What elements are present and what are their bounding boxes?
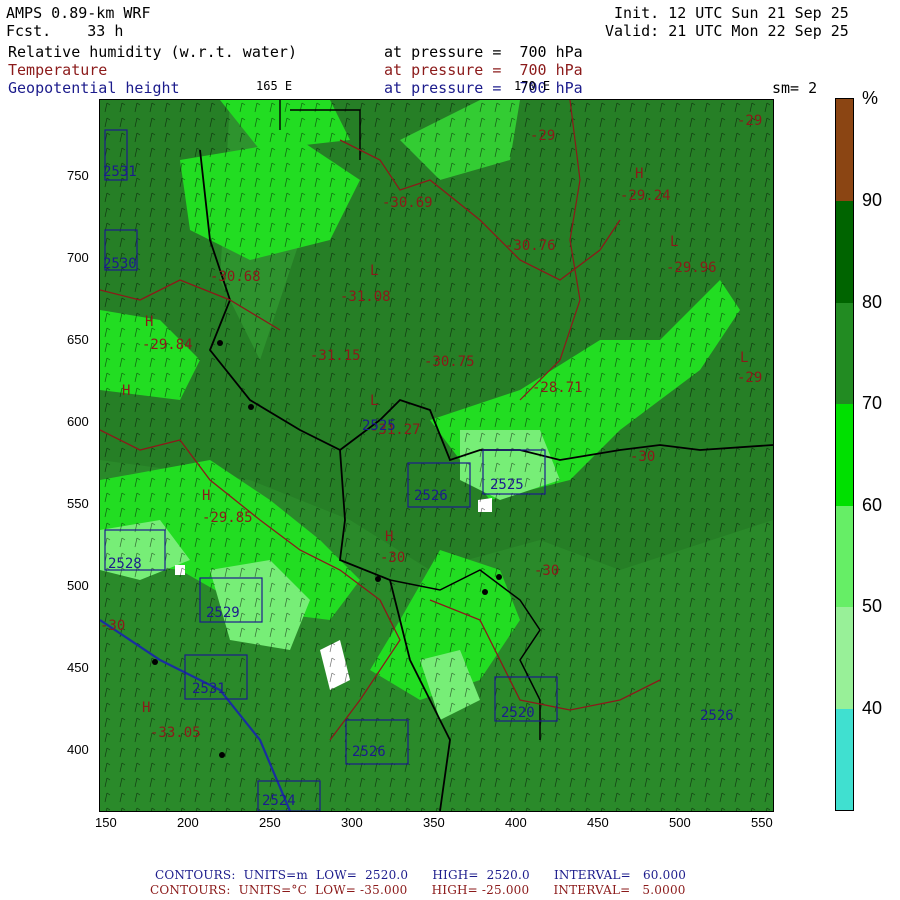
temp-label: -31.15 <box>310 348 361 364</box>
temp-label: -30 <box>630 449 655 465</box>
forecast-hour: Fcst. 33 h <box>6 22 124 40</box>
model-title: AMPS 0.89-km WRF <box>6 4 151 22</box>
colorbar-swatch-90-100 <box>836 99 853 201</box>
height-label: 2520 <box>501 705 535 721</box>
colorbar-swatch-50-60 <box>836 506 853 607</box>
high-marker: H <box>142 700 150 716</box>
temp-label: -31.08 <box>340 289 391 305</box>
colorbar-label: 40 <box>862 698 883 718</box>
low-marker: L <box>370 263 378 279</box>
y-tick: 700 <box>67 250 89 265</box>
lon-label-170: 170 E <box>514 79 551 93</box>
height-label: 2525 <box>490 477 524 493</box>
y-tick: 600 <box>67 414 89 429</box>
height-label: 2531 <box>192 681 226 697</box>
lon-label-165: 165 E <box>256 79 293 93</box>
station-dot <box>375 576 381 582</box>
temp-label: -30.69 <box>382 195 433 211</box>
high-marker: H <box>385 529 393 545</box>
colorbar-label: 50 <box>862 596 883 616</box>
high-marker: H <box>635 166 643 182</box>
height-label: 2526 <box>700 708 734 724</box>
x-tick: 150 <box>95 815 117 830</box>
low-marker: L <box>670 234 678 250</box>
x-tick: 450 <box>587 815 609 830</box>
low-marker: L <box>740 350 748 366</box>
wind-barbs <box>100 100 773 811</box>
station-dot <box>248 404 254 410</box>
field-temp-level: at pressure = 700 hPa <box>384 61 583 79</box>
height-label: 2530 <box>103 256 137 272</box>
x-tick: 250 <box>259 815 281 830</box>
y-tick: 500 <box>67 578 89 593</box>
x-tick: 550 <box>751 815 773 830</box>
field-rh-name: Relative humidity (w.r.t. water) <box>8 43 297 61</box>
temp-label: -30.76 <box>505 238 556 254</box>
height-label: 2528 <box>108 556 142 572</box>
height-label: 2531 <box>103 164 137 180</box>
temp-label: -30 <box>534 563 559 579</box>
footer-height-contours: CONTOURS: UNITS=m LOW= 2520.0 HIGH= 2520… <box>155 868 687 882</box>
colorbar-swatch-70-80 <box>836 303 853 404</box>
colorbar-label: 70 <box>862 393 883 413</box>
high-marker: H <box>202 488 210 504</box>
colorbar <box>835 98 854 811</box>
high-marker: H <box>122 383 130 399</box>
low-marker: L <box>370 393 378 409</box>
y-tick: 550 <box>67 496 89 511</box>
temp-label: -30 <box>100 618 125 634</box>
x-tick: 300 <box>341 815 363 830</box>
colorbar-swatch-60-70 <box>836 404 853 506</box>
height-label: 2529 <box>206 605 240 621</box>
temp-label: -30.68 <box>210 269 261 285</box>
colorbar-swatch-80-90 <box>836 201 853 303</box>
forecast-map: -29 -29.24 -29.96 -30.76 -30.69 -30.68 -… <box>99 99 774 812</box>
height-label: 2525 <box>362 418 396 434</box>
station-dot <box>217 340 223 346</box>
y-tick: 450 <box>67 660 89 675</box>
height-label: 2524 <box>262 793 296 809</box>
x-tick: 400 <box>505 815 527 830</box>
high-marker: H <box>145 314 153 330</box>
x-tick: 200 <box>177 815 199 830</box>
colorbar-swatch-below-40 <box>836 709 853 810</box>
station-dot <box>219 752 225 758</box>
temp-label: -28.71 <box>532 380 583 396</box>
temp-label: -29.24 <box>620 188 671 204</box>
temp-label: -33.05 <box>150 725 201 741</box>
temp-label: -29 <box>530 128 555 144</box>
init-time: Init. 12 UTC Sun 21 Sep 25 <box>614 4 849 22</box>
map-canvas: -29 -29.24 -29.96 -30.76 -30.69 -30.68 -… <box>100 100 773 811</box>
station-dot <box>482 589 488 595</box>
temp-label: -29.96 <box>666 260 717 276</box>
colorbar-label: 90 <box>862 190 883 210</box>
footer-temp-contours: CONTOURS: UNITS=°C LOW= -35.000 HIGH= -2… <box>150 883 686 897</box>
y-tick: 400 <box>67 742 89 757</box>
temp-label: -29 <box>737 113 762 129</box>
temp-label: -29 <box>737 370 762 386</box>
height-label: 2526 <box>414 488 448 504</box>
y-tick: 650 <box>67 332 89 347</box>
height-label: 2526 <box>352 744 386 760</box>
smoothing-label: sm= 2 <box>772 79 818 97</box>
temp-label: -30 <box>380 550 405 566</box>
temp-label: -29.84 <box>142 337 193 353</box>
colorbar-swatch-40-50 <box>836 607 853 709</box>
x-tick: 350 <box>423 815 445 830</box>
station-dot <box>496 574 502 580</box>
y-tick: 750 <box>67 168 89 183</box>
valid-time: Valid: 21 UTC Mon 22 Sep 25 <box>605 22 849 40</box>
field-height-name: Geopotential height <box>8 79 180 97</box>
colorbar-label: 80 <box>862 292 883 312</box>
field-height-level: at pressure = 700 hPa <box>384 79 583 97</box>
field-rh-level: at pressure = 700 hPa <box>384 43 583 61</box>
temp-label: -29.85 <box>202 510 253 526</box>
field-temp-name: Temperature <box>8 61 108 79</box>
x-tick: 500 <box>669 815 691 830</box>
colorbar-unit: % <box>862 88 879 108</box>
temp-label: -30.75 <box>424 354 475 370</box>
colorbar-label: 60 <box>862 495 883 515</box>
station-dot <box>152 659 158 665</box>
